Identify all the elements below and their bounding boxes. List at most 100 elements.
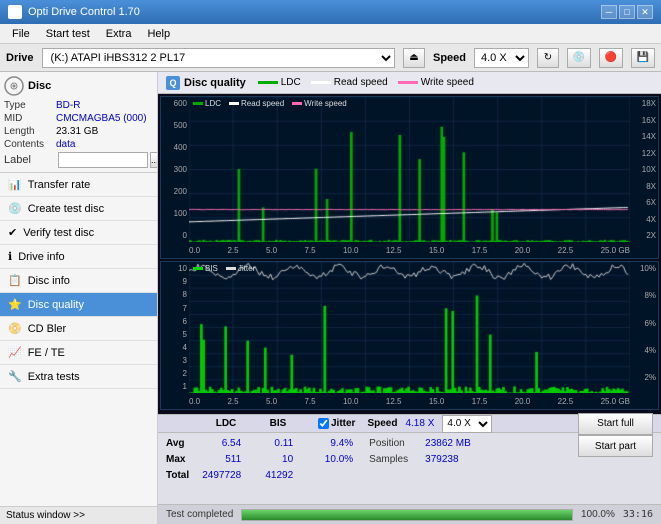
refresh-button[interactable]: ↻ <box>537 48 559 68</box>
samples-value: 379238 <box>425 454 458 465</box>
maximize-button[interactable]: □ <box>619 5 635 19</box>
write-speed-legend-label: Write speed <box>421 77 474 88</box>
extra-tests-icon: 🔧 <box>8 370 22 383</box>
jitter-checkbox[interactable] <box>318 418 329 429</box>
bis-max-value: 10 <box>249 451 293 467</box>
menu-help[interactable]: Help <box>139 26 178 42</box>
menu-file[interactable]: File <box>4 26 38 42</box>
app-icon <box>8 5 22 19</box>
minimize-button[interactable]: ─ <box>601 5 617 19</box>
verify-test-disc-icon: ✔ <box>8 226 17 239</box>
menu-extra[interactable]: Extra <box>98 26 140 42</box>
bis-avg-value: 0.11 <box>249 435 293 451</box>
sidebar-item-fe-te[interactable]: 📈 FE / TE <box>0 341 157 365</box>
position-row: Position 23862 MB <box>369 435 471 451</box>
mid-value: CMCMAGBA5 (000) <box>56 113 147 124</box>
create-test-disc-icon: 💿 <box>8 202 22 215</box>
write-speed-legend-color <box>398 81 418 84</box>
window-controls: ─ □ ✕ <box>601 5 653 19</box>
speed-col-dropdown[interactable]: 4.0 X <box>442 415 492 433</box>
window-title: Opti Drive Control 1.70 <box>28 6 140 18</box>
position-stats: Position 23862 MB Samples 379238 <box>369 435 471 467</box>
fe-te-label: FE / TE <box>28 347 65 359</box>
bottom-status-bar: Test completed 100.0% 33:16 <box>158 504 661 524</box>
start-part-btn-container: Start part <box>578 435 653 457</box>
samples-label: Samples <box>369 454 421 465</box>
progress-bar-fill <box>242 510 572 520</box>
ldc-total-value: 2497728 <box>193 467 241 483</box>
ldc-legend-label: LDC <box>281 77 301 88</box>
speed-select[interactable]: 4.0 X <box>474 48 529 68</box>
bis-x-axis: 0.0 2.5 5.0 7.5 10.0 12.5 15.0 17.5 20.0… <box>189 393 630 409</box>
disc-panel: Disc Type BD-R MID CMCMAGBA5 (000) Lengt… <box>0 72 157 173</box>
chart-legend-header: LDC Read speed Write speed <box>258 77 474 88</box>
disc-contents-row: Contents data <box>4 139 153 150</box>
disc-icon <box>4 76 24 96</box>
jitter-total-placeholder <box>309 467 353 483</box>
type-value: BD-R <box>56 100 80 111</box>
jitter-checkbox-container: Jitter <box>318 418 355 429</box>
ldc-legend-color <box>258 81 278 84</box>
avg-row-label: Avg <box>166 435 189 451</box>
bis-label-item: BIS <box>193 264 218 273</box>
bis-legend-overlay: BIS Jitter <box>193 264 255 273</box>
disc-button[interactable]: 💿 <box>567 48 591 68</box>
jitter-label-text: Jitter <box>238 264 255 273</box>
sidebar: Disc Type BD-R MID CMCMAGBA5 (000) Lengt… <box>0 72 158 524</box>
sidebar-item-cd-bler[interactable]: 📀 CD Bler <box>0 317 157 341</box>
disc-header: Disc <box>4 76 153 96</box>
sidebar-item-drive-info[interactable]: ℹ Drive info <box>0 245 157 269</box>
close-button[interactable]: ✕ <box>637 5 653 19</box>
disc-label-input[interactable] <box>58 152 148 168</box>
position-value: 23862 MB <box>425 438 471 449</box>
jitter-col-header: Jitter <box>331 418 355 429</box>
bottom-stats-bar: LDC BIS Jitter Speed 4.18 X 4.0 X Start … <box>158 414 661 504</box>
drive-eject-button[interactable]: ⏏ <box>403 48 425 68</box>
cd-bler-label: CD Bler <box>28 323 67 335</box>
ldc-x-axis: 0.0 2.5 5.0 7.5 10.0 12.5 15.0 17.5 20.0… <box>189 242 630 258</box>
bis-label-text: BIS <box>205 264 218 273</box>
read-speed-legend-color <box>311 81 331 84</box>
ldc-y-axis-left: 600 500 400 300 200 100 0 <box>161 97 189 242</box>
cd-bler-icon: 📀 <box>8 322 22 335</box>
stats-data-area: Avg Max Total 6.54 511 2497728 0.11 <box>158 433 661 504</box>
jitter-swatch <box>226 267 236 270</box>
status-window-label: Status window >> <box>6 510 85 521</box>
transfer-rate-icon: 📊 <box>8 178 22 191</box>
progress-bar <box>241 509 573 521</box>
sidebar-item-disc-quality[interactable]: ⭐ Disc quality <box>0 293 157 317</box>
ldc-stats: 6.54 511 2497728 <box>193 435 241 483</box>
ldc-chart-canvas <box>189 97 630 242</box>
label-browse-button[interactable]: ... <box>150 152 158 168</box>
time-display: 33:16 <box>623 509 653 520</box>
menu-bar: File Start test Extra Help <box>0 24 661 44</box>
sidebar-item-transfer-rate[interactable]: 📊 Transfer rate <box>0 173 157 197</box>
bis-y-axis-left: 10 9 8 7 6 5 4 3 2 1 <box>161 262 189 393</box>
status-text: Test completed <box>166 509 233 520</box>
disc-label-key: Label <box>4 154 56 166</box>
drive-select[interactable]: (K:) ATAPI iHBS312 2 PL17 <box>42 48 395 68</box>
burn-button[interactable]: 🔴 <box>599 48 623 68</box>
ldc-color-swatch <box>193 102 203 105</box>
drive-label: Drive <box>6 52 34 64</box>
sidebar-item-verify-test-disc[interactable]: ✔ Verify test disc <box>0 221 157 245</box>
jitter-max-value: 10.0% <box>309 451 353 467</box>
status-window-button[interactable]: Status window >> <box>0 506 157 524</box>
save-button[interactable]: 💾 <box>631 48 655 68</box>
sidebar-item-disc-info[interactable]: 📋 Disc info <box>0 269 157 293</box>
legend-write-speed: Write speed <box>398 77 474 88</box>
ldc-y-axis-right: 18X 16X 14X 12X 10X 8X 6X 4X 2X <box>630 97 658 242</box>
sidebar-item-create-test-disc[interactable]: 💿 Create test disc <box>0 197 157 221</box>
start-full-button[interactable]: Start full <box>578 413 653 435</box>
bis-swatch <box>193 267 203 270</box>
chart-header: Q Disc quality LDC Read speed Write spee… <box>158 72 661 94</box>
disc-mid-row: MID CMCMAGBA5 (000) <box>4 113 153 124</box>
sidebar-item-extra-tests[interactable]: 🔧 Extra tests <box>0 365 157 389</box>
read-label-overlay: Read speed <box>241 99 284 108</box>
menu-start-test[interactable]: Start test <box>38 26 98 42</box>
length-label: Length <box>4 126 56 137</box>
read-color-swatch <box>229 102 239 105</box>
drive-info-label: Drive info <box>18 251 64 263</box>
drive-info-icon: ℹ <box>8 250 12 263</box>
start-part-button[interactable]: Start part <box>578 435 653 457</box>
